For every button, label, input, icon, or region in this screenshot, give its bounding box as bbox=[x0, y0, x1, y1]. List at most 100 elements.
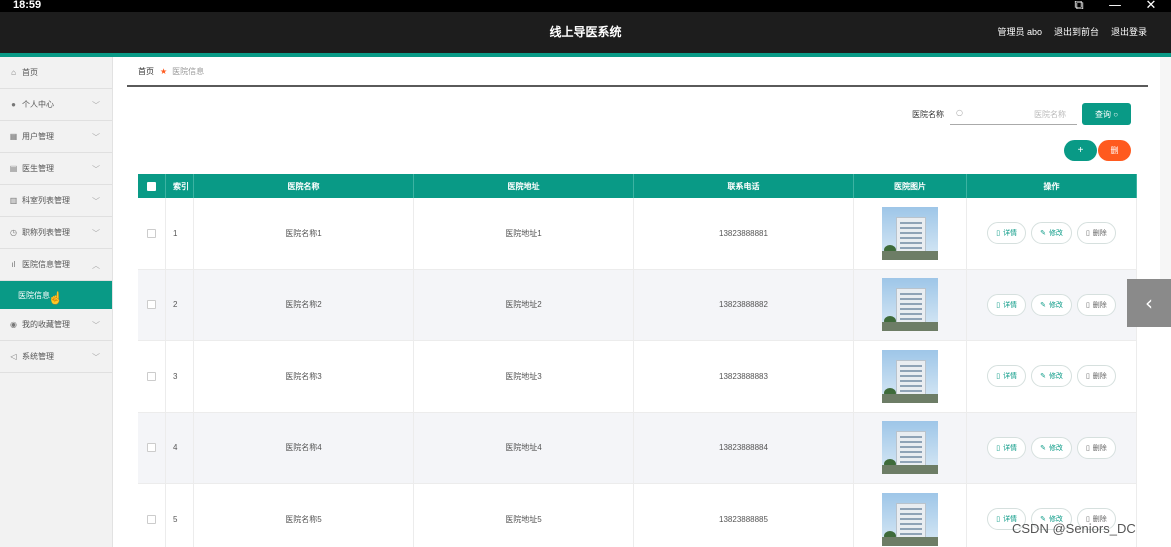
sidebar-item[interactable]: ◁ 系统管理 ﹀ bbox=[0, 341, 112, 373]
cell-name: 医院名称3 bbox=[194, 341, 414, 412]
row-select-cell bbox=[138, 484, 166, 547]
sidebar-item[interactable]: ◷ 职称列表管理 ﹀ bbox=[0, 217, 112, 249]
cell-phone: 13823888881 bbox=[634, 198, 854, 269]
back-to-front-link[interactable]: 退出到前台 bbox=[1054, 25, 1099, 38]
cell-name: 医院名称2 bbox=[194, 269, 414, 340]
hospital-image[interactable] bbox=[882, 421, 938, 475]
sidebar-subitem-hospital-info[interactable]: 医院信息 ☝ bbox=[0, 281, 112, 309]
chevron-left-icon[interactable]: ‹ bbox=[1127, 279, 1171, 327]
select-all-checkbox[interactable] bbox=[147, 181, 156, 191]
scrollbar[interactable] bbox=[1160, 57, 1171, 279]
table-row: 3 医院名称3 医院地址3 13823888883 ▯ 详情 ✎ 修改 ▯ 删除 bbox=[138, 341, 1137, 413]
sidebar-item[interactable]: ▤ 医生管理 ﹀ bbox=[0, 153, 112, 185]
chevron-down-icon: ﹀ bbox=[92, 353, 100, 362]
document-icon: ▯ bbox=[996, 230, 1001, 238]
document-icon: ▯ bbox=[996, 373, 1001, 381]
header-picture: 医院图片 bbox=[854, 174, 967, 198]
delete-button[interactable]: ▯ 删除 bbox=[1076, 293, 1116, 316]
row-select-cell bbox=[138, 198, 166, 269]
os-status-bar: 18:59 ⧉ — ✕ bbox=[0, 0, 1171, 13]
table-row: 4 医院名称4 医院地址4 13823888884 ▯ 详情 ✎ 修改 ▯ 删除 bbox=[138, 412, 1137, 484]
edit-button[interactable]: ✎ 修改 bbox=[1031, 222, 1072, 245]
row-checkbox[interactable] bbox=[147, 371, 156, 381]
sidebar-item-label: 我的收藏管理 bbox=[22, 320, 70, 329]
cell-phone: 13823888883 bbox=[634, 341, 854, 412]
cell-phone: 13823888884 bbox=[634, 412, 854, 483]
document-icon: ▯ bbox=[996, 516, 1001, 524]
sidebar-item[interactable]: ıl 医院信息管理 ︿ bbox=[0, 249, 112, 281]
breadcrumb: 首页 ★ 医院信息 bbox=[127, 57, 1148, 87]
detail-label: 详情 bbox=[1003, 373, 1018, 381]
edit-button[interactable]: ✎ 修改 bbox=[1031, 436, 1072, 459]
detail-label: 详情 bbox=[1003, 301, 1018, 309]
batch-delete-button[interactable]: 删 bbox=[1098, 140, 1131, 161]
clock-icon: ◷ bbox=[10, 228, 17, 237]
cell-phone: 13823888885 bbox=[634, 484, 854, 547]
row-checkbox[interactable] bbox=[147, 300, 156, 310]
chevron-up-icon: ︿ bbox=[92, 261, 100, 270]
chevron-down-icon: ﹀ bbox=[92, 229, 100, 238]
row-checkbox[interactable] bbox=[147, 228, 156, 238]
sidebar-item[interactable]: ◉ 我的收藏管理 ﹀ bbox=[0, 309, 112, 341]
cell-ops: ▯ 详情 ✎ 修改 ▯ 删除 bbox=[967, 269, 1137, 340]
hospital-image[interactable] bbox=[882, 349, 938, 403]
logout-link[interactable]: 退出登录 bbox=[1111, 25, 1147, 38]
cell-picture bbox=[854, 269, 967, 340]
app-header: 线上导医系统 管理员 abo 退出到前台 退出登录 bbox=[0, 12, 1171, 53]
cell-index: 1 bbox=[166, 198, 194, 269]
delete-label: 删除 bbox=[1092, 373, 1107, 381]
chevron-down-icon: ﹀ bbox=[92, 321, 100, 330]
chart-icon: ıl bbox=[11, 260, 16, 269]
detail-label: 详情 bbox=[1003, 444, 1018, 452]
cell-picture bbox=[854, 198, 967, 269]
sidebar-item[interactable]: ▦ 用户管理 ﹀ bbox=[0, 121, 112, 153]
sidebar-item[interactable]: ● 个人中心 ﹀ bbox=[0, 89, 112, 121]
delete-button[interactable]: ▯ 删除 bbox=[1076, 365, 1116, 388]
cell-picture bbox=[854, 341, 967, 412]
document-icon: ▯ bbox=[996, 301, 1001, 309]
detail-button[interactable]: ▯ 详情 bbox=[987, 293, 1027, 316]
document-icon: ▯ bbox=[996, 444, 1001, 452]
pin-icon: ◉ bbox=[10, 320, 17, 329]
header-index: 索引 bbox=[166, 174, 194, 198]
cell-ops: ▯ 详情 ✎ 修改 ▯ 删除 bbox=[967, 341, 1137, 412]
cell-ops: ▯ 详情 ✎ 修改 ▯ 删除 bbox=[967, 412, 1137, 483]
breadcrumb-home[interactable]: 首页 bbox=[138, 66, 154, 77]
edit-button[interactable]: ✎ 修改 bbox=[1031, 365, 1072, 388]
bar-icon: ▥ bbox=[9, 196, 18, 205]
search-input[interactable] bbox=[970, 106, 1072, 122]
header-phone: 联系电话 bbox=[634, 174, 854, 198]
pencil-icon: ✎ bbox=[1040, 230, 1046, 238]
edit-button[interactable]: ✎ 修改 bbox=[1031, 293, 1072, 316]
sidebar-item[interactable]: ⌂ 首页 bbox=[0, 57, 112, 89]
detail-button[interactable]: ▯ 详情 bbox=[987, 365, 1027, 388]
sidebar-item-label: 职称列表管理 bbox=[22, 228, 70, 237]
delete-button[interactable]: ▯ 删除 bbox=[1076, 222, 1116, 245]
add-button[interactable]: + bbox=[1064, 140, 1097, 161]
cell-address: 医院地址4 bbox=[414, 412, 634, 483]
row-checkbox[interactable] bbox=[147, 443, 156, 453]
sidebar: ⌂ 首页 ● 个人中心 ﹀ ▦ 用户管理 ﹀ ▤ 医生管理 ﹀ ▥ 科室列表管理 ﹀ ◷ 职称列表管理 ﹀ ıl 医… bbox=[0, 57, 113, 547]
detail-button[interactable]: ▯ 详情 bbox=[987, 436, 1027, 459]
cell-picture bbox=[854, 484, 967, 547]
cell-ops: ▯ 详情 ✎ 修改 ▯ 删除 bbox=[967, 198, 1137, 269]
grid-icon: ▦ bbox=[9, 132, 18, 141]
trash-icon: ▯ bbox=[1085, 230, 1090, 238]
detail-button[interactable]: ▯ 详情 bbox=[987, 222, 1027, 245]
row-checkbox[interactable] bbox=[147, 514, 156, 524]
search-button[interactable]: 查询 ○ bbox=[1082, 103, 1131, 125]
chevron-down-icon: ﹀ bbox=[92, 133, 100, 142]
row-select-cell bbox=[138, 412, 166, 483]
user-icon: ● bbox=[11, 100, 16, 109]
hospital-image[interactable] bbox=[882, 278, 938, 332]
edit-label: 修改 bbox=[1048, 373, 1063, 381]
hospital-image[interactable] bbox=[882, 206, 938, 260]
pencil-icon: ✎ bbox=[1040, 373, 1046, 381]
trash-icon: ▯ bbox=[1085, 373, 1090, 381]
delete-button[interactable]: ▯ 删除 bbox=[1076, 436, 1116, 459]
hospital-image[interactable] bbox=[882, 492, 938, 546]
sidebar-item[interactable]: ▥ 科室列表管理 ﹀ bbox=[0, 185, 112, 217]
header-user-menu: 管理员 abo 退出到前台 退出登录 bbox=[997, 25, 1147, 38]
home-icon: ⌂ bbox=[11, 68, 16, 77]
cell-phone: 13823888882 bbox=[634, 269, 854, 340]
